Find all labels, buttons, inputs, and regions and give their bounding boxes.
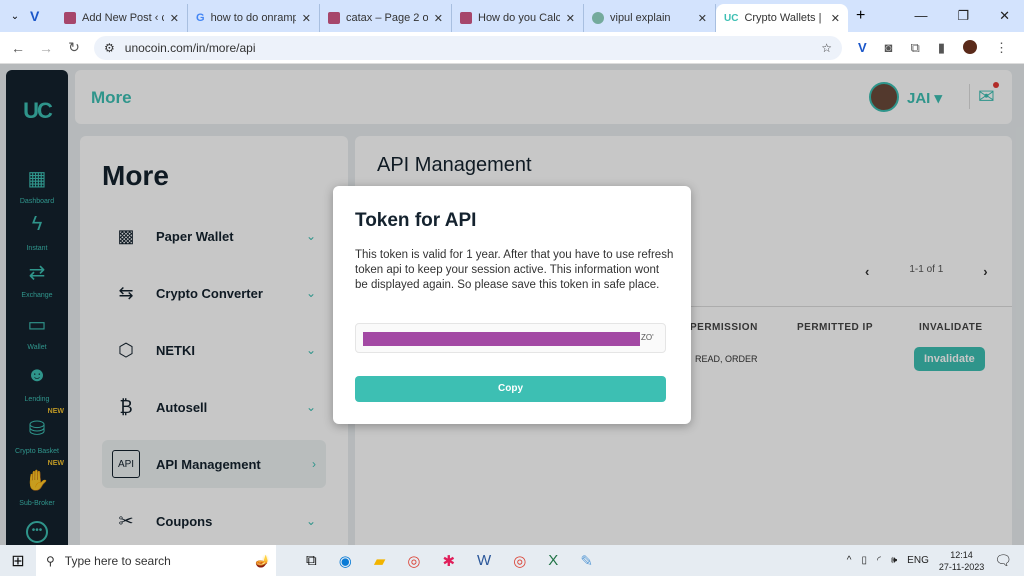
forward-button[interactable]: → [32,40,60,56]
profile-avatar[interactable] [962,39,977,54]
restore-button[interactable]: ❐ [957,8,969,24]
chevron-up-icon[interactable]: ^ [847,555,852,566]
task-view-icon[interactable]: ⧉ [306,552,317,570]
tab-search-icon[interactable]: ⌄ [0,11,30,22]
search-icon: ⚲ [46,553,55,568]
copy-button[interactable]: Copy [355,376,666,402]
site-info-icon[interactable]: ⚙ [104,41,115,55]
back-button[interactable]: ← [4,40,32,56]
browser-tab[interactable]: Add New Post ‹ catax✕ [56,4,188,32]
browser-tab-bar: ⌄ V Add New Post ‹ catax✕ Ghow to do onr… [0,0,1024,32]
slack-icon[interactable]: ✱ [442,552,455,570]
close-window-button[interactable]: ✕ [999,8,1010,24]
volume-icon[interactable]: 🕪 [891,555,897,566]
network-icon[interactable]: ◜ [877,555,881,566]
battery-icon[interactable]: ▯ [861,555,867,566]
minimize-button[interactable]: — [914,8,927,24]
chrome-icon[interactable]: ◎ [407,552,420,570]
modal-title: Token for API [355,210,477,231]
token-redaction [363,332,640,346]
camera-icon[interactable]: ◙ [885,40,893,56]
extension-v-icon[interactable]: V [30,8,56,24]
word-icon[interactable]: W [477,552,491,570]
token-field[interactable]: ZO' [355,323,666,353]
diwali-icon: 🪔 [255,553,270,568]
browser-tab-active[interactable]: UCCrypto Wallets | Uno✕ [716,4,848,32]
extensions-puzzle-icon[interactable]: ⧉ [911,40,920,56]
close-tab-icon[interactable]: ✕ [698,12,707,25]
windows-start-icon[interactable]: ⊞ [0,551,36,571]
favicon-icon [460,12,472,24]
menu-kebab-icon[interactable]: ⋮ [995,40,1008,56]
bookmark-star-icon[interactable]: ☆ [821,41,832,55]
notifications-icon[interactable]: 🗨 [994,552,1012,569]
new-tab-button[interactable]: + [856,7,865,25]
close-tab-icon[interactable]: ✕ [434,12,443,25]
google-icon: G [196,12,205,24]
browser-tab[interactable]: How do you Calcula✕ [452,4,584,32]
extension-v-icon[interactable]: V [858,40,867,56]
browser-tab[interactable]: vipul explain ✕ [584,4,716,32]
favicon-icon [64,12,76,24]
close-tab-icon[interactable]: ✕ [831,12,840,25]
unocoin-favicon-icon: UC [724,12,739,24]
browser-tab[interactable]: Ghow to do onramp f ✕ [188,4,320,32]
close-tab-icon[interactable]: ✕ [302,12,311,25]
excel-icon[interactable]: X [548,552,558,570]
file-explorer-icon[interactable]: ▰ [374,552,386,570]
taskbar-search[interactable]: ⚲ Type here to search 🪔 [36,545,276,576]
windows-taskbar: ⊞ ⚲ Type here to search 🪔 ⧉ ◉ ▰ ◎ ✱ W ◎ X … [0,545,1024,576]
modal-description: This token is valid for 1 year. After th… [355,249,674,291]
token-modal: Token for API This token is valid for 1 … [333,186,691,424]
edge-icon[interactable]: ◉ [339,552,352,570]
clock[interactable]: 12:14 27-11-2023 [939,549,984,573]
url-input[interactable]: ⚙ unocoin.com/in/more/api ☆ [94,35,842,60]
language-indicator[interactable]: ENG [907,555,929,566]
address-bar-row: ← → ↻ ⚙ unocoin.com/in/more/api ☆ V ◙ ⧉ ▮ ⋮ [0,32,1024,64]
chatgpt-icon [592,12,604,24]
side-panel-icon[interactable]: ▮ [938,40,945,56]
reload-button[interactable]: ↻ [60,39,88,56]
token-text: ZO' [641,333,654,342]
chrome-active-icon[interactable]: ◎ [513,552,526,570]
browser-tab[interactable]: catax – Page 2 of 3✕ [320,4,452,32]
close-tab-icon[interactable]: ✕ [566,12,575,25]
favicon-icon [328,12,340,24]
close-tab-icon[interactable]: ✕ [170,12,179,25]
paint-icon[interactable]: ✎ [580,552,593,570]
